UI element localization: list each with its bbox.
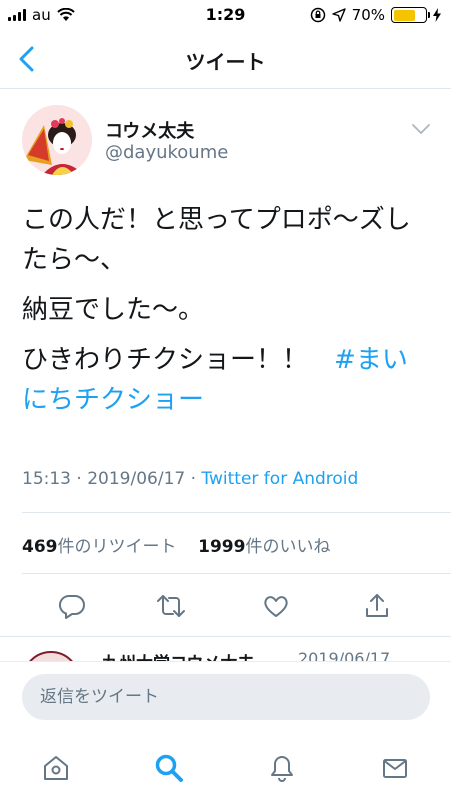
tweet-date: 2019/06/17 xyxy=(87,469,186,489)
reply-avatar[interactable] xyxy=(22,651,80,661)
tab-search[interactable] xyxy=(147,746,191,790)
page-title: ツイート xyxy=(185,50,266,74)
tweet-line-text: ひきわりチクショー！！ xyxy=(22,345,309,375)
battery-percent: 70% xyxy=(351,6,385,24)
tweet-actions xyxy=(0,586,451,626)
charging-icon xyxy=(433,8,441,22)
tweet-meta: 15:13 · 2019/06/17 · Twitter for Android xyxy=(22,469,358,489)
retweet-count: 469 xyxy=(22,537,58,557)
orientation-lock-icon xyxy=(310,7,325,23)
share-icon xyxy=(366,594,388,617)
avatar-image xyxy=(22,105,92,175)
heart-icon xyxy=(264,596,288,617)
tab-home[interactable] xyxy=(34,746,78,790)
tweet-time: 15:13 xyxy=(22,469,71,489)
bell-icon xyxy=(271,756,293,782)
search-icon xyxy=(155,754,183,782)
meta-separator: · xyxy=(76,469,82,489)
home-icon xyxy=(44,756,68,780)
username[interactable]: @dayukoume xyxy=(105,142,228,163)
next-reply[interactable]: 九州大学コウメ太夫… 2019/06/17 xyxy=(0,637,451,661)
tab-messages[interactable] xyxy=(373,746,417,790)
like-button[interactable] xyxy=(256,586,296,626)
divider xyxy=(22,573,451,574)
tweet-stats: 469件のリツイート 1999件のいいね xyxy=(22,532,330,557)
avatar[interactable] xyxy=(22,105,92,175)
tab-notifications[interactable] xyxy=(260,746,304,790)
meta-separator: · xyxy=(190,469,197,489)
reply-display-name[interactable]: 九州大学コウメ太夫… xyxy=(102,649,271,661)
nav-header: ツイート xyxy=(0,30,451,89)
like-label: 件のいいね xyxy=(245,537,331,557)
mail-icon xyxy=(383,759,407,778)
chevron-down-icon[interactable] xyxy=(411,122,431,136)
reply-composer xyxy=(0,661,451,731)
battery-level xyxy=(393,9,416,21)
retweet-label: 件のリツイート xyxy=(57,537,177,557)
tweet-line: 納豆でした〜。 xyxy=(22,295,205,325)
reply-button[interactable] xyxy=(52,586,92,626)
location-icon xyxy=(331,8,346,22)
like-count: 1999 xyxy=(198,537,246,557)
display-name[interactable]: コウメ太夫 xyxy=(105,117,194,143)
share-button[interactable] xyxy=(357,586,397,626)
tweet-line: この人だ！と思ってプロポ〜ズしたら〜、 xyxy=(22,205,411,275)
divider xyxy=(22,512,451,513)
reply-icon xyxy=(58,594,85,619)
tweet-text: この人だ！と思ってプロポ〜ズしたら〜、 納豆でした〜。 ひきわりチクショー！！ … xyxy=(22,200,422,430)
battery-icon xyxy=(391,7,430,23)
status-right: 70% xyxy=(310,6,441,24)
tweet-source-link[interactable]: Twitter for Android xyxy=(201,469,358,489)
tab-bar xyxy=(0,736,451,800)
reply-input[interactable] xyxy=(22,674,430,720)
reply-date: 2019/06/17 xyxy=(298,649,391,661)
retweet-stat[interactable]: 469件のリツイート xyxy=(22,537,177,557)
retweet-button[interactable] xyxy=(151,586,191,626)
tweet-line: ひきわりチクショー！！ #まいにちチクショー xyxy=(22,340,422,420)
like-stat[interactable]: 1999件のいいね xyxy=(198,537,330,557)
retweet-icon xyxy=(157,595,185,617)
status-bar: au 1:29 70% xyxy=(0,0,451,30)
